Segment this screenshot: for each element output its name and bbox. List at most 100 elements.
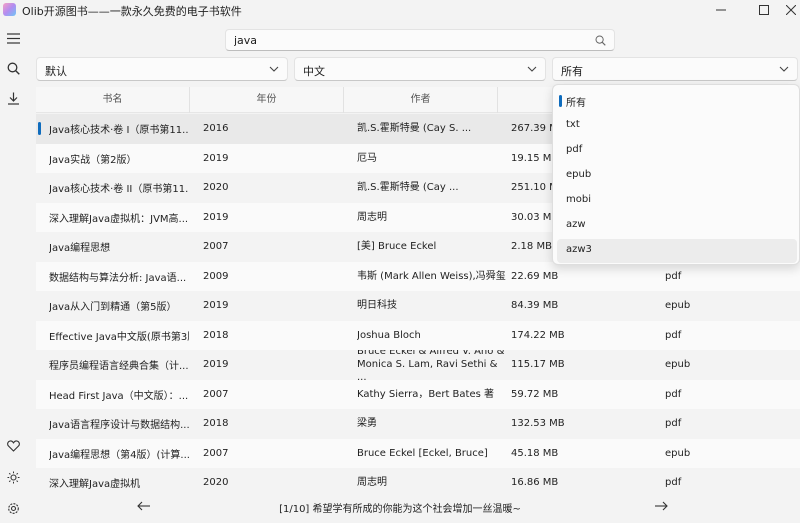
table-row[interactable]: 程序员编程语言经典合集（计... 2019 Bruce Eckel & Alfred… (36, 350, 800, 380)
cell-author: Joshua Bloch (357, 329, 421, 341)
window-title: Olib开源图书——一款永久免费的电子书软件 (22, 5, 242, 18)
table-row[interactable]: Effective Java中文版(原书第3版) 2018 Joshua Bloch… (36, 320, 800, 350)
cell-year: 2007 (203, 388, 229, 400)
chevron-down-icon (527, 66, 537, 72)
cell-year: 2019 (203, 152, 229, 164)
cell-size: 59.72 MB (511, 388, 559, 400)
previous-page-button[interactable] (135, 498, 153, 514)
search-icon[interactable] (595, 35, 606, 46)
cell-title: Effective Java中文版(原书第3版) (49, 331, 189, 343)
chevron-down-icon (269, 66, 279, 72)
cell-author: 明日科技 (357, 300, 397, 312)
cell-title: 深入理解Java虚拟机：JVM高... (49, 213, 189, 225)
cell-author: Bruce Eckel [Eckel, Bruce] (357, 447, 488, 459)
nav-search-button[interactable] (4, 59, 22, 77)
sun-icon (7, 471, 19, 483)
cell-format: epub (665, 359, 691, 371)
cell-size: 115.17 MB (511, 359, 565, 371)
language-select-value: 中文 (303, 65, 325, 78)
arrow-left-icon (137, 501, 150, 511)
cell-title: 深入理解Java虚拟机 (49, 479, 141, 491)
cell-format: pdf (665, 329, 682, 341)
cell-year: 2020 (203, 182, 229, 194)
column-header-title[interactable]: 书名 (36, 87, 190, 113)
table-row[interactable]: 数据结构与算法分析: Java语... 2009 韦斯 (Mark Allen We… (36, 261, 800, 291)
close-button[interactable] (776, 0, 800, 20)
cell-title: 程序员编程语言经典合集（计... (49, 361, 189, 373)
selected-row-indicator (38, 122, 41, 135)
cell-format: pdf (665, 477, 682, 489)
cell-format: pdf (665, 388, 682, 400)
menu-button[interactable] (4, 29, 22, 47)
cell-title: Java从入门到精通（第5版） (49, 302, 177, 314)
format-option-mobi[interactable]: mobi (557, 189, 797, 213)
column-header-author[interactable]: 作者 (344, 87, 498, 113)
cell-year: 2018 (203, 418, 229, 430)
favorites-button[interactable] (4, 437, 22, 455)
cell-author: Kathy Sierra，Bert Bates 著 (357, 388, 494, 400)
format-option-txt[interactable]: txt (557, 114, 797, 138)
cell-size: 132.53 MB (511, 418, 565, 430)
search-icon (7, 62, 20, 75)
app-logo-icon (3, 3, 16, 16)
cell-format: pdf (665, 270, 682, 282)
format-select-value: 所有 (561, 65, 583, 78)
format-option-epub[interactable]: epub (557, 164, 797, 188)
format-option-all[interactable]: 所有 (557, 89, 797, 113)
cell-year: 2007 (203, 241, 229, 253)
table-row[interactable]: Java语言程序设计与数据结构... 2018 梁勇 132.53 MB pdf (36, 409, 800, 439)
cell-author: [美] Bruce Eckel (357, 241, 437, 253)
cell-format: pdf (665, 418, 682, 430)
arrow-right-icon (655, 501, 668, 511)
download-icon (7, 92, 19, 105)
cell-author: 周志明 (357, 211, 387, 223)
format-option-azw3[interactable]: azw3 (557, 239, 797, 263)
next-page-button[interactable] (652, 498, 670, 514)
minimize-button[interactable] (706, 0, 736, 20)
theme-button[interactable] (4, 468, 22, 486)
title-bar: Olib开源图书——一款永久免费的电子书软件 (0, 0, 800, 20)
cell-author: 梁勇 (357, 418, 377, 430)
cell-author: 周志明 (357, 477, 387, 489)
cell-title: Java核心技术·卷 II（原书第11... (49, 184, 189, 196)
sort-select[interactable]: 默认 (36, 57, 288, 81)
minimize-icon (716, 9, 726, 11)
cell-size: 22.69 MB (511, 270, 559, 282)
cell-title: Java语言程序设计与数据结构... (49, 420, 189, 432)
page-status: [1/10] 希望学有所成的你能为这个社会增加一丝温暖~ (279, 504, 521, 515)
cell-size: 174.22 MB (511, 329, 565, 341)
menu-icon (6, 32, 20, 44)
cell-author: Bruce Eckel & Alfred V. Aho & Monica S. … (357, 350, 505, 380)
chevron-down-icon (779, 66, 789, 72)
cell-author: 韦斯 (Mark Allen Weiss),冯舜玺 (357, 270, 506, 282)
heart-icon (6, 440, 20, 452)
cell-author: 厄马 (357, 152, 377, 164)
nav-download-button[interactable] (4, 89, 22, 107)
maximize-button[interactable] (749, 0, 779, 20)
cell-size: 45.18 MB (511, 447, 559, 459)
search-input[interactable] (234, 33, 584, 48)
language-select[interactable]: 中文 (294, 57, 546, 81)
cell-size: 16.86 MB (511, 477, 559, 489)
cell-year: 2019 (203, 300, 229, 312)
cell-year: 2007 (203, 447, 229, 459)
cell-year: 2020 (203, 477, 229, 489)
cell-title: Java编程思想 (49, 243, 111, 255)
cell-year: 2019 (203, 211, 229, 223)
cell-title: Java编程思想（第4版）(计算... (49, 449, 189, 461)
table-row[interactable]: 深入理解Java虚拟机 2020 周志明 16.86 MB pdf (36, 468, 800, 494)
column-header-year[interactable]: 年份 (190, 87, 344, 113)
cell-format: epub (665, 300, 691, 312)
cell-title: 数据结构与算法分析: Java语... (49, 272, 187, 284)
format-option-pdf[interactable]: pdf (557, 139, 797, 163)
table-row[interactable]: Head First Java（中文版）：... 2007 Kathy Sierra… (36, 379, 800, 409)
cell-title: Head First Java（中文版）：... (49, 390, 189, 402)
cell-title: Java实战（第2版） (49, 154, 137, 166)
format-select[interactable]: 所有 (552, 57, 798, 81)
table-row[interactable]: Java从入门到精通（第5版） 2019 明日科技 84.39 MB epub (36, 291, 800, 321)
format-option-azw[interactable]: azw (557, 214, 797, 238)
format-dropdown-list: 所有 txt pdf epub mobi azw azw3 (552, 84, 800, 265)
cell-size: 84.39 MB (511, 300, 559, 312)
table-row[interactable]: Java编程思想（第4版）(计算... 2007 Bruce Eckel [Ecke… (36, 438, 800, 468)
cell-title: Java核心技术·卷 I（原书第11... (49, 125, 189, 137)
